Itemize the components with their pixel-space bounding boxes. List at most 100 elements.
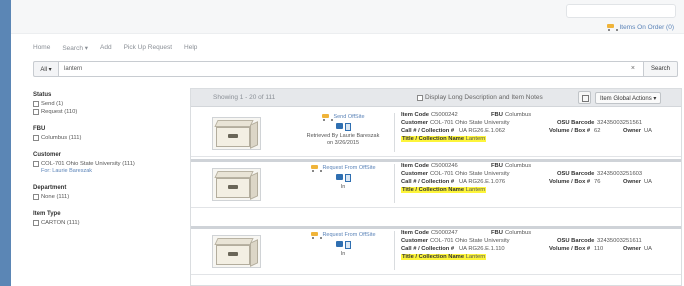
fbu-label: FBU [491,112,503,118]
item-action-link[interactable]: Request From OffSite [295,164,391,172]
facet-option-col-701[interactable]: COL-701 Ohio State University (111) [33,161,183,167]
facet-option-carton[interactable]: CARTON (111) [33,220,183,226]
facet-option-columbus[interactable]: Columbus (111) [33,135,183,141]
checkbox[interactable] [33,220,39,226]
box-lid [214,238,254,245]
item-status-line: In [340,184,346,190]
cart-icon [310,231,323,239]
osu-barcode-label: OSU Barcode [557,120,595,126]
result-row: Request From OffSite In Item Code C50002… [191,159,681,208]
item-global-actions-dropdown[interactable]: Item Global Actions ▾ [595,92,662,104]
customer-value: COL-701 Ohio State University [430,120,510,126]
item-action-link[interactable]: Send OffSite [295,113,391,121]
title-value: Lantern [465,254,486,260]
customer-label: Customer [401,171,429,177]
item-details: Item Code C5000247 FBU Columbus Customer… [401,230,681,262]
facet-option-request[interactable]: Request (110) [33,109,183,115]
checkbox[interactable] [417,94,423,101]
title-label: Title / Collection Name [402,254,465,260]
results-panel: Showing 1 - 20 of 111 Display Long Descr… [190,88,682,286]
osu-barcode-value: 32435003251611 [597,238,642,244]
title-label: Title / Collection Name [402,187,465,193]
box-side [250,172,258,200]
item-code-value: C5000247 [431,230,458,236]
customer-value: COL-701 Ohio State University [430,238,510,244]
folder-icon[interactable] [335,241,343,247]
column-divider [394,113,395,152]
fbu-value: Columbus [505,230,532,236]
search-scope-label: All ▾ [40,66,52,73]
facet-option-sublabel[interactable]: For: Laurie Bareszak [33,168,183,174]
call-number-value: UA RG26.E.1.076 [459,179,506,185]
search-input[interactable]: lantern × [58,61,644,77]
column-divider [394,231,395,270]
checkbox[interactable] [33,194,39,200]
document-icon[interactable] [344,174,351,182]
owner-label: Owner [623,246,642,252]
long-description-toggle[interactable]: Display Long Description and Item Notes [417,94,543,101]
title-collection: Title / Collection Name Lantern [401,136,487,142]
facet-option-send[interactable]: Send (1) [33,101,183,107]
item-icons [295,123,391,131]
item-thumbnail[interactable] [212,168,261,201]
nav-search[interactable]: Search ▾ [62,44,88,52]
facet-option-label: CARTON (111) [41,220,80,226]
title-value: Lantern [465,187,486,193]
item-action-label: Request From OffSite [322,165,376,171]
facet-option-label: None (111) [41,194,70,200]
search-query: lantern [64,66,83,72]
item-thumbnail[interactable] [212,235,261,268]
box-lid [214,171,254,178]
checkbox[interactable] [33,135,39,141]
main-nav: Home Search ▾ Add Pick Up Request Help [33,44,197,52]
facet-sidebar: Status Send (1) Request (110) FBU Columb… [33,92,183,237]
title-collection: Title / Collection Name Lantern [401,254,487,260]
clear-search-icon[interactable]: × [631,65,635,72]
fbu-value: Columbus [505,112,532,118]
osu-barcode-label: OSU Barcode [557,238,595,244]
fbu-label: FBU [491,163,503,169]
checkbox[interactable] [33,161,39,167]
nav-home[interactable]: Home [33,44,50,52]
call-number-value: UA RG26.E.1.062 [459,128,506,134]
volume-value: 76 [594,179,601,185]
cart-icon [606,23,619,31]
column-divider [394,164,395,203]
result-row: Send OffSite Retrieved By Laurie Baresza… [191,108,681,157]
folder-icon[interactable] [335,123,343,129]
item-status-text: In [295,251,391,258]
item-action-link[interactable]: Request From OffSite [295,231,391,239]
document-icon[interactable] [344,123,351,131]
item-action-label: Send OffSite [333,114,365,120]
items-on-order-link[interactable]: Items On Order (0) [606,23,674,31]
call-number-label: Call # / Collection # [401,128,455,134]
osu-barcode-value: 32435003251561 [597,120,643,126]
top-search-field[interactable] [566,4,676,18]
cart-icon [321,113,334,121]
facet-status: Status Send (1) Request (110) [33,92,183,115]
app-window: Items On Order (0) Home Search ▾ Add Pic… [11,0,684,286]
checkbox[interactable] [33,101,39,107]
owner-value: UA [644,246,653,252]
item-details: Item Code C5000242 FBU Columbus Customer… [401,112,681,144]
nav-add[interactable]: Add [100,44,112,52]
facet-fbu: FBU Columbus (111) [33,126,183,141]
nav-help[interactable]: Help [184,44,197,52]
item-code-label: Item Code [401,163,430,169]
item-thumbnail[interactable] [212,117,261,150]
facet-department: Department None (111) [33,185,183,200]
checkbox[interactable] [33,109,39,115]
item-icons [295,174,391,182]
search-button[interactable]: Search [644,61,678,77]
search-scope-dropdown[interactable]: All ▾ [33,61,58,77]
print-icon[interactable] [578,91,591,104]
facet-heading: Status [33,92,52,98]
folder-icon[interactable] [335,174,343,180]
nav-pick-up-request[interactable]: Pick Up Request [124,44,172,52]
osu-barcode-value: 32435003251603 [597,171,643,177]
fbu-label: FBU [491,230,503,236]
facet-option-none[interactable]: None (111) [33,194,183,200]
osu-barcode-label: OSU Barcode [557,171,595,177]
customer-label: Customer [401,238,429,244]
document-icon[interactable] [344,241,351,249]
